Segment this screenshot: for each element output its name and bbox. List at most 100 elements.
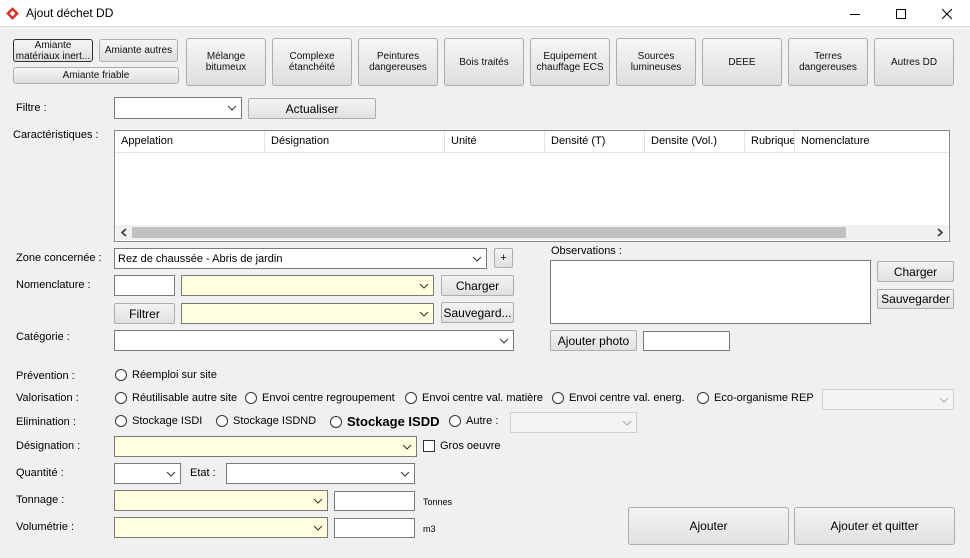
prevention-label: Prévention : <box>16 370 75 382</box>
zone-select[interactable]: Rez de chaussée - Abris de jardin <box>114 248 487 269</box>
volumetrie-select[interactable] <box>114 517 328 538</box>
photo-input[interactable] <box>643 331 730 351</box>
maximize-icon <box>896 8 906 19</box>
m3-unit-label: m3 <box>423 524 436 534</box>
gros-oeuvre-checkbox[interactable] <box>423 440 435 452</box>
maximize-button[interactable] <box>878 0 924 27</box>
radio-circle <box>115 415 127 427</box>
radio-reutilisable-autre-site[interactable]: Réutilisable autre site <box>115 392 237 404</box>
radio-circle <box>115 369 127 381</box>
elimination-label: Elimination : <box>16 416 76 428</box>
chevron-down-icon <box>313 525 323 531</box>
horizontal-scrollbar[interactable] <box>116 225 948 240</box>
valorisation-label: Valorisation : <box>16 392 79 404</box>
designation-select[interactable] <box>114 436 417 457</box>
scroll-right-icon[interactable] <box>936 228 944 237</box>
chevron-down-icon <box>419 283 429 289</box>
filtre-select[interactable] <box>114 97 242 119</box>
radio-stockage-isdi[interactable]: Stockage ISDI <box>115 415 202 427</box>
tile-sources-lumineuses[interactable]: Sources lumineuses <box>616 38 696 86</box>
tonnage-input[interactable] <box>334 491 415 511</box>
zone-value: Rez de chaussée - Abris de jardin <box>118 252 283 265</box>
tonnes-unit-label: Tonnes <box>423 497 453 507</box>
eco-organisme-select[interactable] <box>822 389 954 410</box>
tile-amiante-autres[interactable]: Amiante autres <box>99 39 178 62</box>
app-logo-icon <box>6 7 19 20</box>
radio-stockage-isdd[interactable]: Stockage ISDD <box>330 414 439 429</box>
window-title: Ajout déchet DD <box>26 6 114 20</box>
radio-circle <box>405 392 417 404</box>
ajouter-button[interactable]: Ajouter <box>628 507 789 545</box>
chevron-down-icon <box>313 498 323 504</box>
designation-label: Désignation : <box>16 440 81 452</box>
radio-envoi-centre-regroupement[interactable]: Envoi centre regroupement <box>245 392 395 404</box>
radio-autre[interactable]: Autre : <box>449 415 498 427</box>
tile-complexe-etancheite[interactable]: Complexe étanchéité <box>272 38 352 86</box>
chevron-down-icon <box>622 420 632 426</box>
column-nomenclature[interactable]: Nomenclature <box>795 131 940 152</box>
nomenclature-code-input[interactable] <box>114 275 175 296</box>
tile-deee[interactable]: DEEE <box>702 38 782 86</box>
tile-autres-dd[interactable]: Autres DD <box>874 38 954 86</box>
caracteristiques-grid[interactable]: Appelation Désignation Unité Densité (T)… <box>114 130 950 242</box>
scroll-left-icon[interactable] <box>120 228 128 237</box>
zone-label: Zone concernée : <box>16 252 102 264</box>
tonnage-select[interactable] <box>114 490 328 511</box>
close-button[interactable] <box>924 0 970 27</box>
radio-envoi-centre-val-energ[interactable]: Envoi centre val. energ. <box>552 392 685 404</box>
column-densite-vol[interactable]: Densite (Vol.) <box>645 131 745 152</box>
observations-charger-button[interactable]: Charger <box>877 261 954 282</box>
tile-amiante-friable[interactable]: Amiante friable <box>13 67 179 84</box>
column-appelation[interactable]: Appelation <box>115 131 265 152</box>
etat-select[interactable] <box>226 463 415 484</box>
ajouter-photo-button[interactable]: Ajouter photo <box>550 330 637 351</box>
filtre-label: Filtre : <box>16 102 47 114</box>
minimize-button[interactable] <box>832 0 878 27</box>
radio-circle <box>216 415 228 427</box>
close-icon <box>942 8 952 19</box>
tile-terres-dangereuses[interactable]: Terres dangereuses <box>788 38 868 86</box>
nomenclature-sauvegarder-button[interactable]: Sauvegard... <box>441 302 514 323</box>
column-unite[interactable]: Unité <box>445 131 545 152</box>
tonnage-label: Tonnage : <box>16 494 65 506</box>
nomenclature-select-2[interactable] <box>181 303 434 324</box>
column-designation[interactable]: Désignation <box>265 131 445 152</box>
chevron-down-icon <box>419 311 429 317</box>
tile-peintures-dangereuses[interactable]: Peintures dangereuses <box>358 38 438 86</box>
tile-melange-bitumeux[interactable]: Mélange bitumeux <box>186 38 266 86</box>
observations-textarea[interactable] <box>550 260 871 324</box>
actualiser-button[interactable]: Actualiser <box>248 98 376 119</box>
radio-eco-organisme-rep[interactable]: Eco-organisme REP <box>697 392 814 404</box>
filtrer-button[interactable]: Filtrer <box>114 303 175 324</box>
grid-header: Appelation Désignation Unité Densité (T)… <box>115 131 949 153</box>
ajouter-et-quitter-button[interactable]: Ajouter et quitter <box>794 507 955 545</box>
radio-circle <box>330 415 342 428</box>
categorie-label: Catégorie : <box>16 331 70 343</box>
autre-elimination-select[interactable] <box>510 412 637 433</box>
add-zone-button[interactable]: + <box>494 248 513 268</box>
nomenclature-charger-button[interactable]: Charger <box>441 275 514 296</box>
volumetrie-label: Volumétrie : <box>16 521 75 533</box>
quantite-select[interactable] <box>114 463 181 484</box>
column-rubrique[interactable]: Rubrique <box>745 131 795 152</box>
nomenclature-select[interactable] <box>181 275 434 296</box>
chevron-down-icon <box>400 471 410 477</box>
volumetrie-input[interactable] <box>334 518 415 538</box>
tile-amiante-inerte[interactable]: Amiante matériaux inert... <box>13 39 93 62</box>
observations-sauvegarder-button[interactable]: Sauvegarder <box>877 289 954 309</box>
nomenclature-label: Nomenclature : <box>16 279 91 291</box>
radio-reemploi-sur-site[interactable]: Réemploi sur site <box>115 369 217 381</box>
scrollbar-thumb[interactable] <box>132 227 846 238</box>
radio-circle <box>449 415 461 427</box>
chevron-down-icon <box>939 397 949 403</box>
title-bar: Ajout déchet DD <box>0 0 970 27</box>
categorie-select[interactable] <box>114 330 514 351</box>
column-densite-t[interactable]: Densité (T) <box>545 131 645 152</box>
tile-bois-traites[interactable]: Bois traités <box>444 38 524 86</box>
chevron-down-icon <box>166 471 176 477</box>
radio-circle <box>245 392 257 404</box>
chevron-down-icon <box>227 105 237 111</box>
tile-equipement-chauffage[interactable]: Equipement chauffage ECS <box>530 38 610 86</box>
radio-stockage-isdnd[interactable]: Stockage ISDND <box>216 415 316 427</box>
radio-envoi-centre-val-matiere[interactable]: Envoi centre val. matière <box>405 392 543 404</box>
